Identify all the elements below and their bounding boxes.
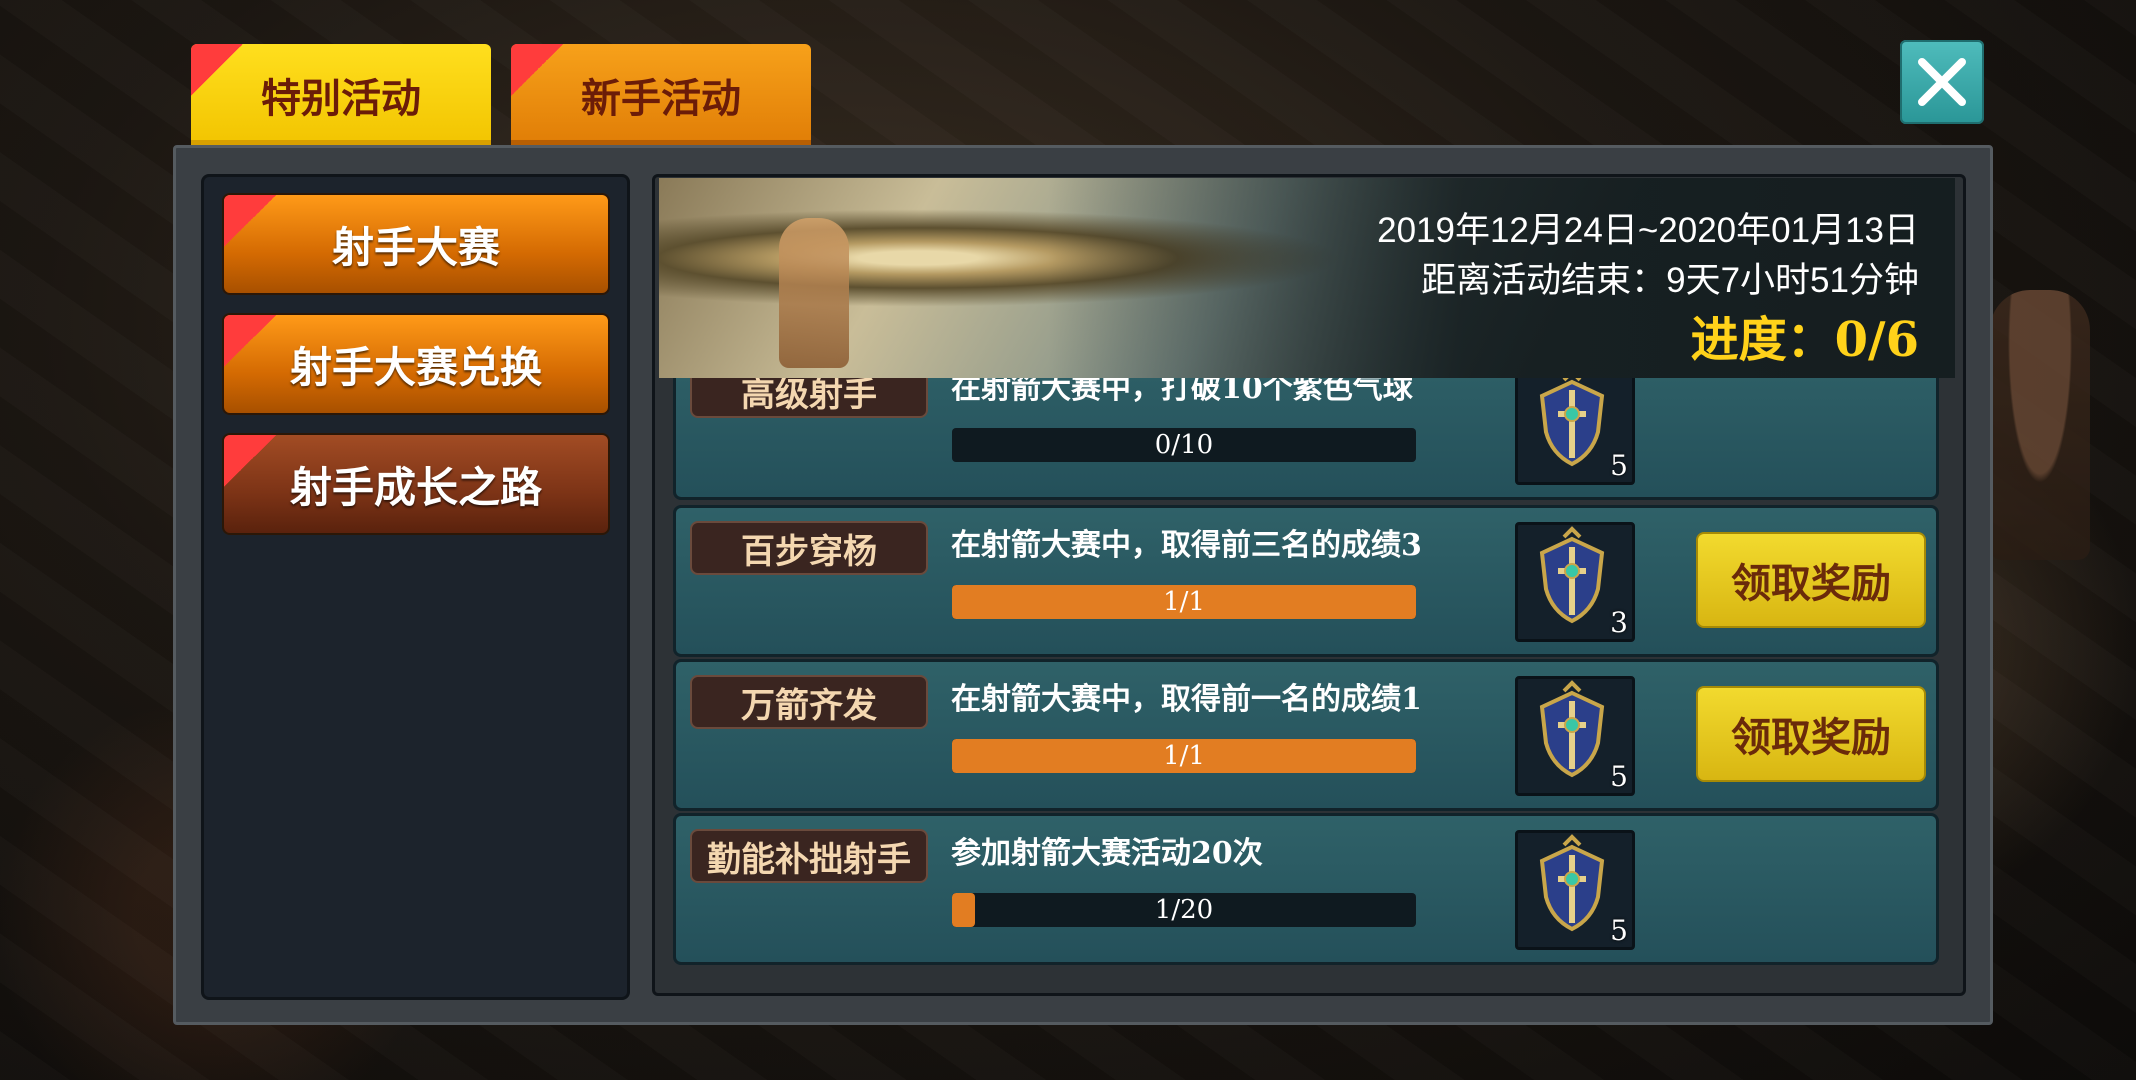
- event-progress: 进度：0/6: [1690, 312, 1919, 368]
- reward-slot[interactable]: 5: [1515, 830, 1635, 950]
- tab-notification-flag: [191, 44, 245, 98]
- task-description: 在射箭大赛中，取得前一名的成绩1: [951, 682, 1422, 717]
- tab-newbie-events-label: 新手活动: [581, 75, 741, 122]
- background-character: [1990, 290, 2090, 560]
- item-notification-flag: [224, 435, 278, 489]
- claim-reward-button[interactable]: 领取奖励: [1696, 686, 1926, 782]
- sidebar-item-archer-contest[interactable]: 射手大赛: [222, 193, 610, 295]
- task-progress-text: 1/20: [1154, 895, 1214, 925]
- task-progress-text: 1/1: [1163, 587, 1205, 617]
- task-progress-text: 1/1: [1163, 741, 1205, 771]
- sidebar: [201, 174, 630, 1000]
- task-description: 参加射箭大赛活动20次: [951, 836, 1263, 871]
- reward-count: 5: [1610, 760, 1628, 793]
- task-row: 百步穿杨 在射箭大赛中，取得前三名的成绩3 1/1 3 领取奖励: [673, 505, 1939, 657]
- reward-count: 5: [1610, 914, 1628, 947]
- sidebar-item-label: 射手成长之路: [289, 462, 542, 512]
- task-progress-bar: 0/10: [952, 428, 1416, 462]
- task-progress-bar: 1/1: [952, 739, 1416, 773]
- reward-slot[interactable]: 5: [1515, 365, 1635, 485]
- close-button[interactable]: [1900, 40, 1984, 124]
- tab-notification-flag: [511, 44, 565, 98]
- close-icon: [1918, 58, 1966, 106]
- item-notification-flag: [224, 195, 278, 249]
- sidebar-item-label: 射手大赛: [331, 222, 500, 272]
- task-name: 百步穿杨: [690, 521, 928, 575]
- task-progress-bar: 1/1: [952, 585, 1416, 619]
- reward-slot[interactable]: 3: [1515, 522, 1635, 642]
- task-description: 在射箭大赛中，取得前三名的成绩3: [951, 528, 1422, 563]
- tab-special-events-label: 特别活动: [261, 75, 421, 122]
- sidebar-item-archer-growth[interactable]: 射手成长之路: [222, 433, 610, 535]
- reward-count: 5: [1610, 449, 1628, 482]
- claim-reward-button[interactable]: 领取奖励: [1696, 532, 1926, 628]
- sidebar-item-contest-exchange[interactable]: 射手大赛兑换: [222, 313, 610, 415]
- item-notification-flag: [224, 315, 278, 369]
- task-name: 万箭齐发: [690, 675, 928, 729]
- reward-slot[interactable]: 5: [1515, 676, 1635, 796]
- task-row: 万箭齐发 在射箭大赛中，取得前一名的成绩1 1/1 5 领取奖励: [673, 659, 1939, 811]
- task-name: 勤能补拙射手: [690, 829, 928, 883]
- task-progress-text: 0/10: [1154, 430, 1214, 460]
- event-date-range: 2019年12月24日~2020年01月13日: [1377, 211, 1919, 250]
- task-progress-bar: 1/20: [952, 893, 1416, 927]
- task-row: 勤能补拙射手 参加射箭大赛活动20次 1/20 5: [673, 813, 1939, 965]
- event-time-remaining: 距离活动结束：9天7小时51分钟: [1421, 261, 1919, 300]
- tab-special-events[interactable]: 特别活动: [191, 44, 491, 146]
- reward-count: 3: [1610, 606, 1628, 639]
- event-banner: 2019年12月24日~2020年01月13日 距离活动结束：9天7小时51分钟…: [659, 178, 1955, 378]
- archer-artwork: [779, 218, 849, 368]
- sidebar-item-label: 射手大赛兑换: [289, 342, 542, 392]
- tab-newbie-events[interactable]: 新手活动: [511, 44, 811, 146]
